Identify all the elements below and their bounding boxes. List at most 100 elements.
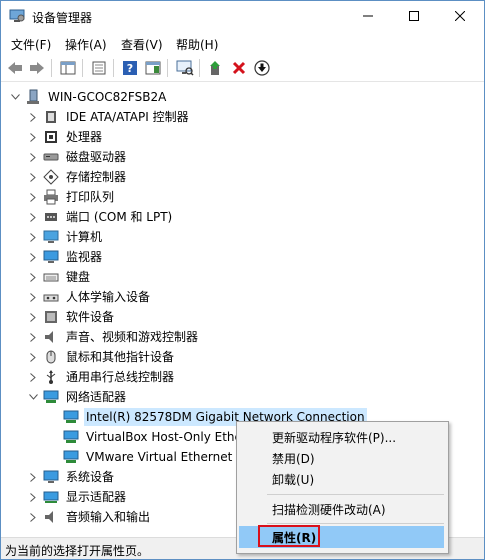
tree-category[interactable]: 键盘	[27, 267, 92, 287]
tree-category-label: 打印队列	[66, 190, 115, 204]
display-adapter-icon	[43, 489, 59, 505]
ctx-scan-hardware[interactable]: 扫描检测硬件改动(A)	[239, 498, 444, 520]
storage-controller-icon	[43, 169, 59, 185]
chevron-right-icon[interactable]	[27, 491, 39, 503]
keyboard-icon	[43, 269, 59, 285]
software-device-icon	[43, 309, 59, 325]
chevron-right-icon[interactable]	[27, 331, 39, 343]
minimize-button[interactable]	[345, 1, 391, 31]
ctx-disable[interactable]: 禁用(D)	[239, 447, 444, 469]
chevron-right-icon[interactable]	[27, 131, 39, 143]
close-button[interactable]	[437, 1, 483, 31]
print-queue-icon	[43, 189, 59, 205]
tree-category[interactable]: 网络适配器	[27, 387, 128, 407]
tree-category-label: 人体学输入设备	[66, 290, 151, 304]
menu-file[interactable]: 文件(F)	[11, 36, 51, 53]
disk-drive-icon	[43, 149, 59, 165]
chevron-right-icon[interactable]	[27, 191, 39, 203]
update-driver-icon[interactable]	[206, 58, 226, 78]
chevron-right-icon[interactable]	[27, 211, 39, 223]
network-adapter-icon	[43, 389, 59, 405]
chevron-right-icon[interactable]	[27, 171, 39, 183]
menu-view[interactable]: 查看(V)	[121, 36, 163, 53]
tree-category[interactable]: 声音、视频和游戏控制器	[27, 327, 200, 347]
chevron-right-icon[interactable]	[27, 511, 39, 523]
tree-category-label: 监视器	[66, 250, 103, 264]
tree-category[interactable]: 通用串行总线控制器	[27, 367, 176, 387]
audio-video-icon	[43, 329, 59, 345]
hid-icon	[43, 289, 59, 305]
toolbar: ?	[1, 55, 484, 82]
monitor-icon	[43, 249, 59, 265]
menu-action[interactable]: 操作(A)	[65, 36, 107, 53]
ctx-update-driver[interactable]: 更新驱动程序软件(P)...	[239, 426, 444, 448]
tree-category-label: 鼠标和其他指针设备	[66, 350, 175, 364]
tree-category[interactable]: IDE ATA/ATAPI 控制器	[27, 107, 191, 127]
action-pane-icon[interactable]	[143, 58, 163, 78]
tree-category[interactable]: 计算机	[27, 227, 104, 247]
menu-bar: 文件(F) 操作(A) 查看(V) 帮助(H)	[1, 32, 484, 54]
tree-category-label: 计算机	[66, 230, 103, 244]
maximize-button[interactable]	[391, 1, 437, 31]
highlight-box	[258, 525, 320, 547]
tree-category-label: 磁盘驱动器	[66, 150, 127, 164]
chevron-right-icon[interactable]	[27, 231, 39, 243]
disable-device-icon[interactable]	[252, 58, 272, 78]
tree-category-label: 显示适配器	[66, 490, 127, 504]
menu-help[interactable]: 帮助(H)	[176, 36, 218, 53]
show-hide-console-tree-icon[interactable]	[58, 58, 78, 78]
tree-category[interactable]: 显示适配器	[27, 487, 128, 507]
tree-category[interactable]: 打印队列	[27, 187, 116, 207]
ctx-separator	[267, 523, 444, 524]
tree-root[interactable]: WIN-GCOC82FSB2A	[9, 87, 168, 107]
forward-arrow-icon[interactable]	[27, 58, 47, 78]
tree-category-label: IDE ATA/ATAPI 控制器	[66, 110, 189, 124]
audio-io-icon	[43, 509, 59, 525]
ctx-uninstall[interactable]: 卸载(U)	[239, 468, 444, 490]
tree-category[interactable]: 人体学输入设备	[27, 287, 152, 307]
status-text: 为当前的选择打开属性页。	[5, 544, 150, 558]
computer-icon	[43, 229, 59, 245]
chevron-right-icon[interactable]	[27, 291, 39, 303]
chevron-right-icon[interactable]	[27, 111, 39, 123]
chevron-right-icon[interactable]	[27, 371, 39, 383]
tree-category[interactable]: 端口 (COM 和 LPT)	[27, 207, 174, 227]
tree-category[interactable]: 鼠标和其他指针设备	[27, 347, 176, 367]
tree-root-label: WIN-GCOC82FSB2A	[48, 90, 167, 104]
tree-category-label: 网络适配器	[66, 390, 127, 404]
ctx-update-driver-label: 更新驱动程序软件(P)...	[272, 430, 397, 445]
tree-category-label: 软件设备	[66, 310, 115, 324]
properties-sheet-icon[interactable]	[89, 58, 109, 78]
chevron-down-icon[interactable]	[9, 91, 21, 103]
help-icon[interactable]: ?	[120, 58, 140, 78]
tree-device[interactable]: VMware Virtual Ethernet A	[63, 447, 246, 467]
tree-device-label: VirtualBox Host-Only Ethe	[86, 430, 242, 444]
usb-icon	[43, 369, 59, 385]
uninstall-x-icon[interactable]	[229, 58, 249, 78]
ctx-separator	[267, 494, 444, 495]
tree-device[interactable]: VirtualBox Host-Only Ethe	[63, 427, 244, 447]
tree-category-label: 系统设备	[66, 470, 115, 484]
tree-category[interactable]: 存储控制器	[27, 167, 128, 187]
tree-category[interactable]: 监视器	[27, 247, 104, 267]
tree-category[interactable]: 处理器	[27, 127, 104, 147]
tree-category-label: 音频输入和输出	[66, 510, 151, 524]
tree-category[interactable]: 系统设备	[27, 467, 116, 487]
chevron-right-icon[interactable]	[27, 251, 39, 263]
scan-hardware-icon[interactable]	[175, 58, 195, 78]
tree-category[interactable]: 软件设备	[27, 307, 116, 327]
ctx-scan-hardware-label: 扫描检测硬件改动(A)	[272, 502, 386, 517]
chevron-right-icon[interactable]	[27, 311, 39, 323]
tree-category[interactable]: 磁盘驱动器	[27, 147, 128, 167]
tree-category[interactable]: 音频输入和输出	[27, 507, 152, 527]
tree-device-label: VMware Virtual Ethernet A	[86, 450, 245, 464]
chevron-right-icon[interactable]	[27, 151, 39, 163]
tree-category-label: 通用串行总线控制器	[66, 370, 175, 384]
chevron-right-icon[interactable]	[27, 351, 39, 363]
chevron-right-icon[interactable]	[27, 471, 39, 483]
tree-category-label: 处理器	[66, 130, 103, 144]
back-arrow-icon[interactable]	[5, 58, 25, 78]
chevron-down-icon[interactable]	[27, 391, 39, 403]
tree-category-label: 键盘	[66, 270, 91, 284]
chevron-right-icon[interactable]	[27, 271, 39, 283]
